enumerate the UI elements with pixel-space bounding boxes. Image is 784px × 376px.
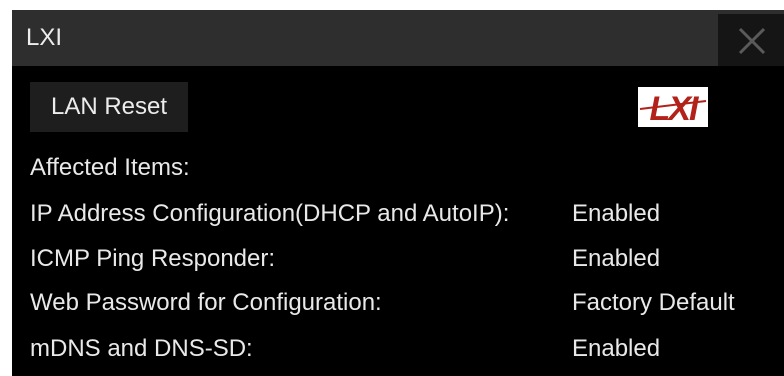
close-icon (738, 27, 766, 55)
lxi-logo: LXI (638, 87, 708, 128)
item-label-web-password: Web Password for Configuration: (30, 289, 382, 316)
item-label-icmp-ping: ICMP Ping Responder: (30, 245, 276, 272)
affected-items-heading: Affected Items: (30, 154, 190, 181)
lan-reset-button[interactable]: LAN Reset (30, 82, 188, 132)
item-label-ip-config: IP Address Configuration(DHCP and AutoIP… (30, 200, 510, 227)
item-value-web-password: Factory Default (572, 289, 735, 316)
item-value-mdns: Enabled (572, 335, 661, 362)
title-bar: LXI (12, 10, 784, 66)
item-value-ip-config: Enabled (572, 200, 661, 227)
svg-text:LXI: LXI (650, 90, 700, 127)
item-value-icmp-ping: Enabled (572, 245, 661, 272)
item-label-mdns: mDNS and DNS-SD: (30, 335, 253, 362)
dialog-title: LXI (26, 24, 63, 51)
close-button[interactable] (718, 14, 784, 66)
lxi-dialog: LXI LAN Reset LXI Affected Items: IP Add… (12, 10, 784, 376)
